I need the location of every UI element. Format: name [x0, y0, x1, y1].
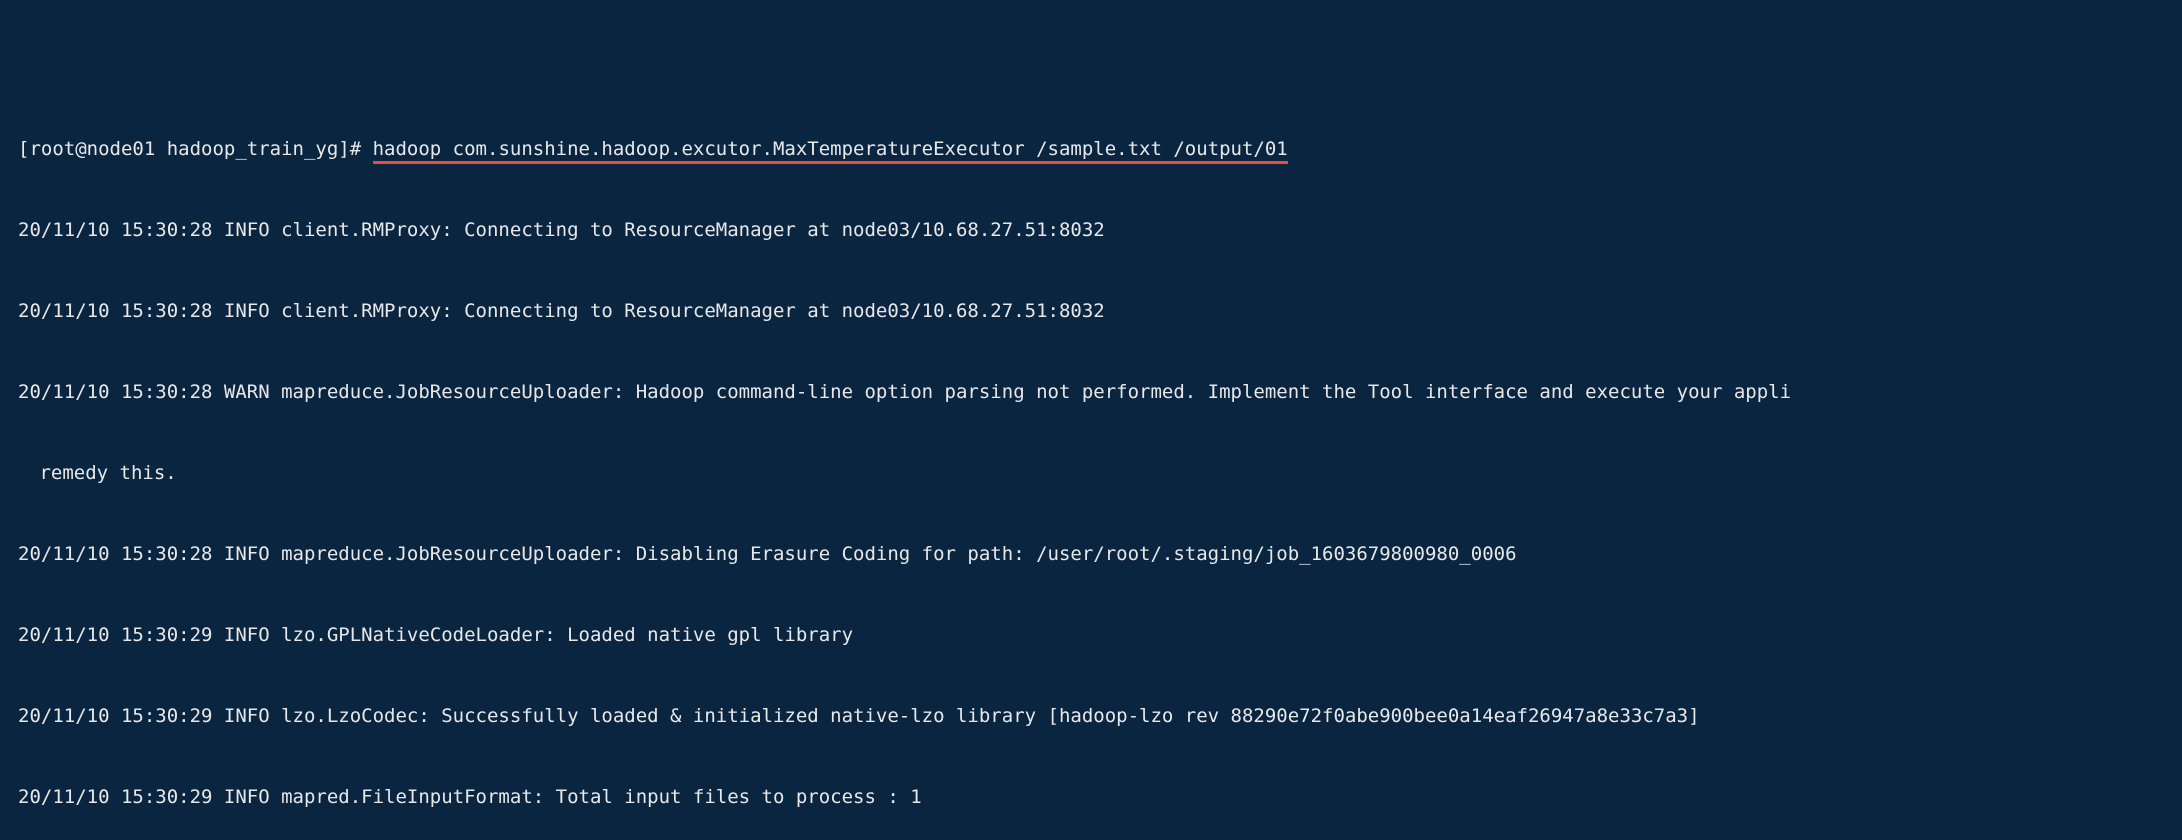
log-line: 20/11/10 15:30:29 INFO lzo.LzoCodec: Suc…: [18, 703, 2164, 730]
log-line: 20/11/10 15:30:28 INFO client.RMProxy: C…: [18, 217, 2164, 244]
truncated-prev-line: [18, 56, 2164, 82]
log-line: 20/11/10 15:30:29 INFO lzo.GPLNativeCode…: [18, 622, 2164, 649]
executed-command: hadoop com.sunshine.hadoop.excutor.MaxTe…: [373, 138, 1288, 164]
log-line: 20/11/10 15:30:28 INFO mapreduce.JobReso…: [18, 541, 2164, 568]
log-line: 20/11/10 15:30:28 WARN mapreduce.JobReso…: [18, 379, 2164, 406]
shell-prompt-line[interactable]: [root@node01 hadoop_train_yg]# hadoop co…: [18, 136, 2164, 163]
terminal-output: [root@node01 hadoop_train_yg]# hadoop co…: [0, 0, 2182, 840]
log-line: remedy this.: [18, 460, 2164, 487]
log-line: 20/11/10 15:30:29 INFO mapred.FileInputF…: [18, 784, 2164, 811]
log-line: 20/11/10 15:30:28 INFO client.RMProxy: C…: [18, 298, 2164, 325]
shell-prompt: [root@node01 hadoop_train_yg]#: [18, 138, 373, 160]
